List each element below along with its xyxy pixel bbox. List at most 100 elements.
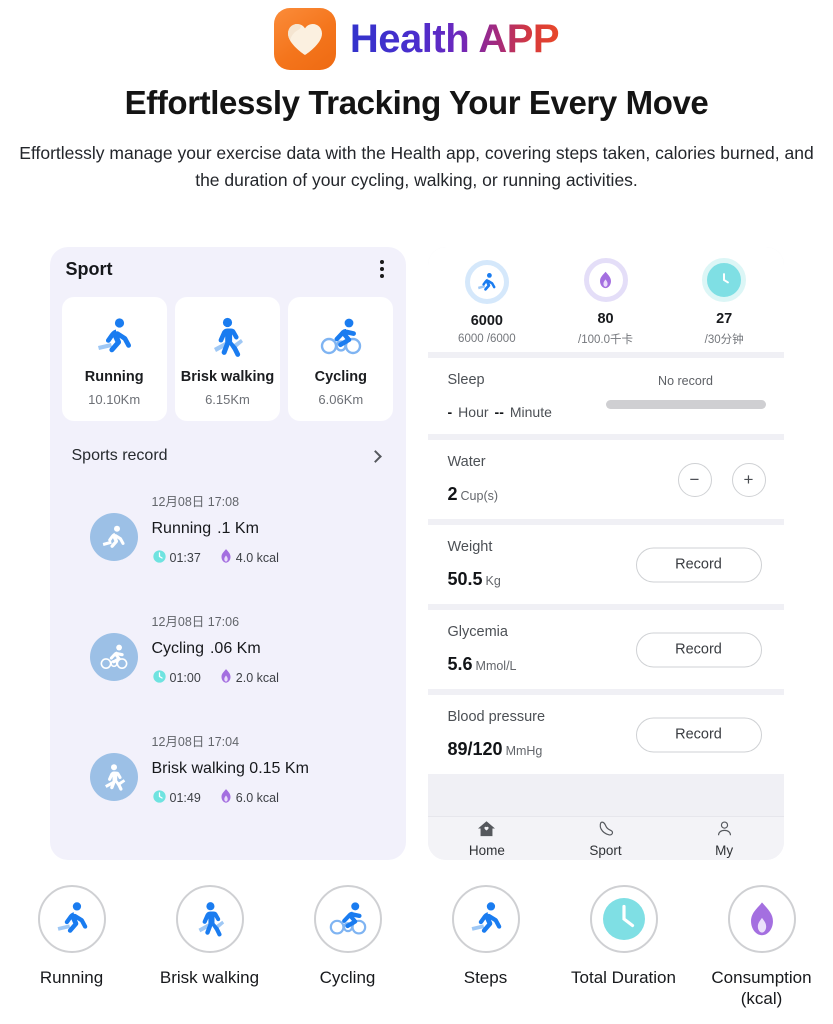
flame-icon (727, 885, 796, 953)
metric-duration[interactable]: 27 /30分钟 (665, 258, 784, 347)
feature-legend: Running Brisk walking Cycling Steps Tota… (0, 885, 833, 1010)
tab-label: Sport (589, 842, 622, 858)
heart-icon (273, 8, 336, 70)
metric-value: 80 (597, 311, 614, 327)
clock-icon (152, 669, 167, 687)
chevron-right-icon[interactable] (368, 449, 382, 463)
metric-sub: 6000 /6000 (458, 333, 516, 345)
record-body: 12月08日 17:06 Cycling .06 Km 01:00 2.0 kc… (152, 607, 388, 687)
record-duration-stat: 01:00 (152, 669, 201, 687)
record-calories: 6.0 kcal (235, 790, 279, 805)
sleep-hour-unit: Hour (458, 404, 489, 420)
record-stats: 01:49 6.0 kcal (152, 788, 388, 807)
water-card[interactable]: Water 2 Cup(s) − + (427, 440, 784, 519)
blood-pressure-number: 89/120 (447, 739, 503, 759)
weight-number: 50.5 (447, 569, 483, 589)
sleep-card[interactable]: Sleep - Hour -- Minute No record (427, 358, 784, 434)
water-decrease-button[interactable]: − (677, 462, 712, 497)
legend-item-steps: Steps (417, 885, 555, 1010)
sport-card-distance: 6.15Km (205, 392, 250, 407)
glycemia-unit: Mmol/L (475, 659, 517, 673)
list-item[interactable]: 12月08日 17:06 Cycling .06 Km 01:00 2.0 kc… (50, 599, 406, 719)
record-time: 12月08日 17:08 (151, 495, 240, 509)
sport-card-distance: 6.06Km (318, 392, 364, 407)
brand-name-part2: APP (478, 17, 560, 61)
record-calories: 2.0 kcal (235, 670, 279, 685)
sport-card-name: Running (84, 369, 144, 385)
legend-label: Brisk walking (159, 968, 260, 987)
blood-pressure-record-button[interactable]: Record (635, 717, 762, 752)
metric-calories[interactable]: 80 /100.0千卡 (546, 258, 665, 347)
kebab-menu-icon[interactable] (376, 254, 388, 284)
glycemia-card[interactable]: Glycemia 5.6 Mmol/L Record (427, 610, 784, 689)
cycling-icon (319, 311, 363, 363)
sport-title: Sport (65, 258, 113, 279)
record-time: 12月08日 17:04 (151, 735, 240, 749)
sport-card-running[interactable]: Running 10.10Km (61, 297, 167, 421)
health-home-screen: 6000 6000 /6000 80 /100.0千卡 27 /30分钟 Sle… (427, 247, 784, 860)
screenshots-row: Sport Running 10.10Km Brisk walking 6.15… (0, 247, 833, 860)
metrics-summary: 6000 6000 /6000 80 /100.0千卡 27 /30分钟 (427, 247, 784, 352)
glycemia-number: 5.6 (447, 654, 473, 674)
legend-item-cycling: Cycling (279, 885, 417, 1010)
record-activity: Brisk walking 0.15 (151, 760, 281, 777)
record-distance: .06 Km (209, 640, 261, 657)
record-calories-stat: 2.0 kcal (219, 668, 279, 687)
shoe-icon (596, 820, 615, 842)
record-duration: 01:37 (169, 550, 201, 565)
list-item[interactable]: 12月08日 17:08 Running .1 Km 01:37 4.0 kca… (50, 479, 406, 599)
sport-card-cycling[interactable]: Cycling 6.06Km (288, 297, 394, 421)
home-icon (477, 820, 496, 842)
flame-icon (219, 788, 233, 807)
record-distance: .1 Km (217, 520, 259, 537)
legend-label: Running (39, 968, 104, 987)
flame-icon (219, 548, 233, 567)
record-activity: Running (151, 520, 212, 537)
brand-name-part1: Health (349, 17, 470, 61)
headline: Effortlessly Tracking Your Every Move (124, 84, 709, 121)
tab-my[interactable]: My (665, 820, 784, 858)
weight-card[interactable]: Weight 50.5 Kg Record (427, 525, 784, 604)
blood-pressure-unit: MmHg (505, 744, 543, 758)
water-unit: Cup(s) (460, 489, 499, 503)
record-distance: Km (284, 760, 309, 777)
sport-screen: Sport Running 10.10Km Brisk walking 6.15… (49, 247, 406, 860)
sports-record-label: Sports record (71, 447, 168, 464)
tab-label: Home (468, 842, 505, 858)
sports-record-header[interactable]: Sports record (50, 421, 406, 465)
sport-card-name: Cycling (314, 369, 367, 385)
legend-label: Cycling (319, 968, 376, 987)
page-root: Health APP Effortlessly Tracking Your Ev… (0, 0, 833, 1024)
record-calories-stat: 6.0 kcal (219, 788, 279, 807)
tab-home[interactable]: Home (428, 820, 547, 858)
legend-label: Consumption (kcal) (711, 968, 812, 1009)
record-stats: 01:37 4.0 kcal (152, 548, 388, 567)
record-duration: 01:00 (169, 670, 201, 685)
record-title: Cycling .06 Km (152, 638, 388, 659)
glycemia-record-button[interactable]: Record (635, 632, 762, 667)
weight-record-button[interactable]: Record (635, 547, 762, 582)
flame-icon (583, 258, 628, 302)
cycling-icon (313, 885, 382, 953)
walking-icon (89, 753, 138, 801)
clock-icon (589, 885, 658, 953)
record-activity: Cycling (151, 640, 204, 657)
weight-unit: Kg (485, 574, 501, 588)
record-calories: 4.0 kcal (235, 550, 279, 565)
sleep-hour-value: - (447, 404, 453, 420)
walking-icon (210, 311, 244, 363)
list-item[interactable]: 12月08日 17:04 Brisk walking 0.15 Km 01:49 (50, 719, 406, 839)
tab-sport[interactable]: Sport (546, 820, 665, 858)
water-increase-button[interactable]: + (731, 462, 766, 497)
sleep-minute-value: -- (494, 404, 504, 420)
legend-item-total-duration: Total Duration (555, 885, 693, 1010)
record-body: 12月08日 17:04 Brisk walking 0.15 Km 01:49 (152, 727, 388, 807)
metric-steps[interactable]: 6000 6000 /6000 (428, 260, 547, 345)
record-duration: 01:49 (169, 790, 201, 805)
legend-item-running: Running (3, 885, 141, 1010)
clock-icon (152, 789, 167, 807)
sport-header: Sport (50, 247, 406, 291)
record-title: Brisk walking 0.15 Km (152, 758, 388, 779)
blood-pressure-card[interactable]: Blood pressure 89/120 MmHg Record (427, 695, 784, 774)
sport-card-brisk-walking[interactable]: Brisk walking 6.15Km (174, 297, 281, 421)
